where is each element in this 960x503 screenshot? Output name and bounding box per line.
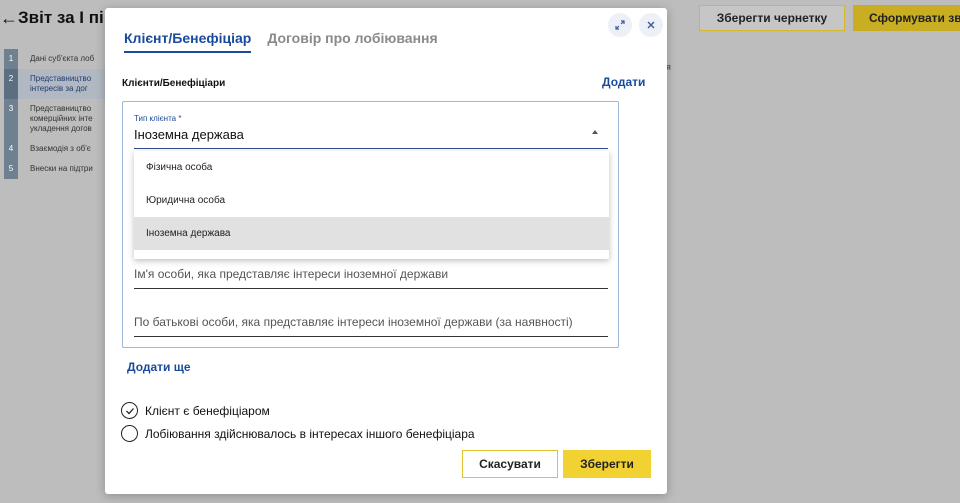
step-number: 5 [4,159,18,179]
client-type-label: Тип клієнта * [134,114,182,123]
client-card: Тип клієнта * Іноземна держава Фізична о… [122,101,619,348]
dropdown-option-individual[interactable]: Фізична особа [134,151,609,184]
client-modal: Клієнт/Бенефіціар Договір про лобіювання… [105,8,667,494]
generate-report-button[interactable]: Сформувати зві [853,5,960,31]
step-number: 4 [4,139,18,159]
step-item[interactable]: 4 Взаємодія з об'є [4,139,112,159]
steps-sidebar: 1 Дані суб'єкта лоб 2 Представництво інт… [4,49,112,179]
client-type-value: Іноземна держава [134,127,244,142]
representative-patronymic-input[interactable] [134,311,608,329]
add-client-link[interactable]: Додати [602,75,645,89]
tab-lobbying-contract[interactable]: Договір про лобіювання [267,30,437,53]
step-number: 3 [4,99,18,139]
representative-name-field [134,263,608,289]
representative-patronymic-field [134,311,608,337]
step-label: Представництво комерційних інте укладенн… [30,104,93,133]
close-icon[interactable] [639,13,663,37]
modal-tabs: Клієнт/Бенефіціар Договір про лобіювання [124,30,438,53]
step-label: Взаємодія з об'є [30,144,91,153]
unchecked-radio-icon [121,425,138,442]
client-type-dropdown: Фізична особа Юридична особа Іноземна де… [134,151,609,259]
radio-other-beneficiary[interactable]: Лобіювання здійснювалось в інтересах інш… [121,425,475,442]
tab-client-beneficiary[interactable]: Клієнт/Бенефіціар [124,30,252,53]
chevron-up-icon [592,130,598,134]
save-draft-button[interactable]: Зберегти чернетку [699,5,845,31]
section-label: Клієнти/Бенефіціари [122,78,226,89]
dropdown-option-legal-entity[interactable]: Юридична особа [134,184,609,217]
checked-radio-icon [121,402,138,419]
page-title: Звіт за І пі [18,8,104,27]
step-label: Дані суб'єкта лоб [30,54,95,63]
representative-name-input[interactable] [134,263,608,281]
step-number: 2 [4,69,18,99]
step-item[interactable]: 5 Внески на підтри [4,159,112,179]
radio-client-is-beneficiary[interactable]: Клієнт є бенефіціаром [121,402,270,419]
step-label: Внески на підтри [30,164,93,173]
step-item[interactable]: 3 Представництво комерційних інте укладе… [4,99,112,139]
dropdown-option-foreign-state[interactable]: Іноземна держава [134,217,609,250]
save-button[interactable]: Зберегти [563,450,651,478]
step-number: 1 [4,49,18,69]
step-item-active[interactable]: 2 Представництво інтересів за дог [4,69,112,99]
add-more-link[interactable]: Додати ще [127,360,191,374]
step-label: Представництво інтересів за дог [18,69,112,99]
radio-label: Клієнт є бенефіціаром [145,403,270,418]
radio-label: Лобіювання здійснювалось в інтересах інш… [145,426,475,441]
client-type-select[interactable]: Тип клієнта * Іноземна держава [134,114,608,149]
step-item[interactable]: 1 Дані суб'єкта лоб [4,49,112,69]
cancel-button[interactable]: Скасувати [462,450,558,478]
back-arrow-icon[interactable]: ← [0,8,18,29]
expand-icon[interactable] [608,13,632,37]
